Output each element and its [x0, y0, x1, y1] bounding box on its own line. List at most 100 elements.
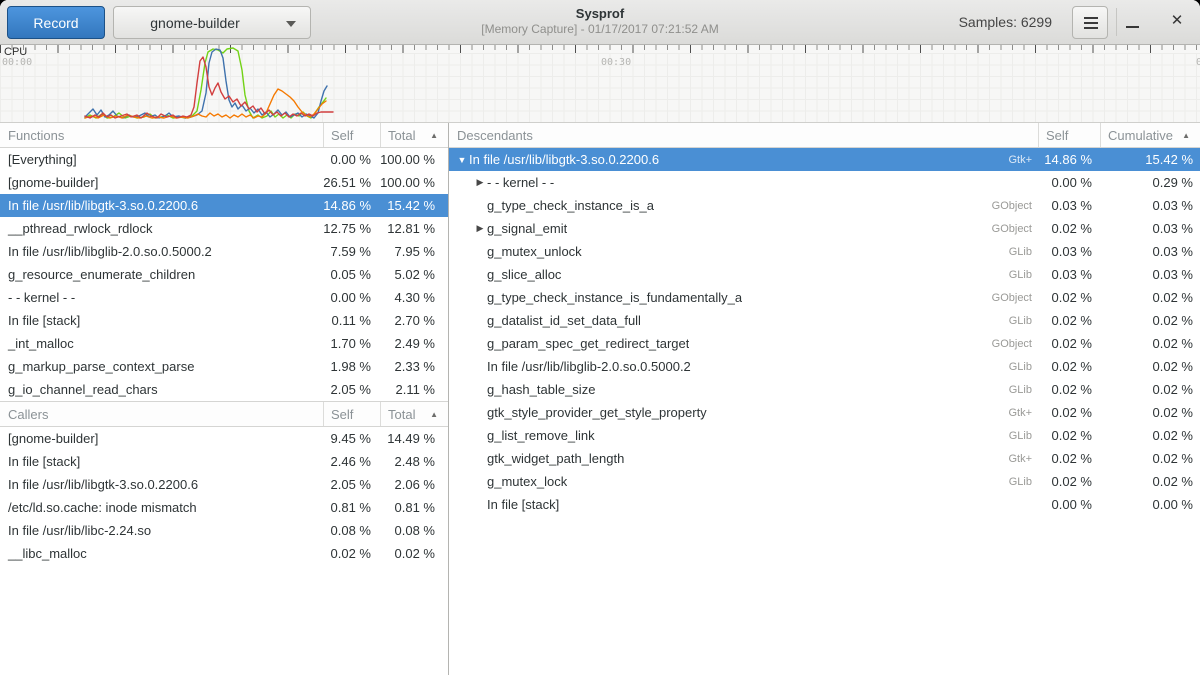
cumulative-percent: 15.42 % [1100, 152, 1200, 167]
function-name: In file /usr/lib/libglib-2.0.so.0.5000.2 [0, 244, 323, 259]
self-column-header[interactable]: Self [1038, 123, 1100, 147]
library-tag: GLib [999, 430, 1038, 442]
left-pane: Functions Self Total ▲ [Everything] 0.00… [0, 123, 449, 675]
descendants-column-header[interactable]: Descendants [449, 123, 1038, 147]
total-percent: 5.02 % [380, 267, 448, 282]
tree-row[interactable]: gtk_widget_path_length Gtk+ 0.02 % 0.02 … [449, 447, 1200, 470]
self-percent: 0.02 % [1038, 221, 1100, 236]
self-percent: 26.51 % [323, 175, 380, 190]
function-name: g_mutex_unlock [487, 244, 582, 259]
sysprof-window: Record gnome-builder Sysprof [Memory Cap… [0, 0, 1200, 675]
tree-row[interactable]: g_type_check_instance_is_fundamentally_a… [449, 286, 1200, 309]
cumulative-percent: 0.00 % [1100, 497, 1200, 512]
cpu-timeline-graph[interactable]: CPU 00:00 00:30 01:00 [0, 45, 1200, 123]
function-name-cell: g_type_check_instance_is_fundamentally_a… [449, 290, 1038, 305]
tree-row[interactable]: g_hash_table_size GLib 0.02 % 0.02 % [449, 378, 1200, 401]
self-percent: 2.05 % [323, 477, 380, 492]
function-name: g_io_channel_read_chars [0, 382, 323, 397]
menu-button[interactable] [1072, 6, 1108, 39]
tree-row[interactable]: ▼ In file /usr/lib/libgtk-3.so.0.2200.6 … [449, 148, 1200, 171]
tree-row[interactable]: g_datalist_id_set_data_full GLib 0.02 % … [449, 309, 1200, 332]
descendants-rows: ▼ In file /usr/lib/libgtk-3.so.0.2200.6 … [449, 148, 1200, 516]
tree-row[interactable]: In file /usr/lib/libglib-2.0.so.0.5000.2… [449, 355, 1200, 378]
self-column-header[interactable]: Self [323, 123, 380, 147]
tree-row[interactable]: g_mutex_lock GLib 0.02 % 0.02 % [449, 470, 1200, 493]
total-column-header[interactable]: Total ▲ [380, 123, 448, 147]
table-row[interactable]: _int_malloc 1.70 % 2.49 % [0, 332, 448, 355]
table-row[interactable]: /etc/ld.so.cache: inode mismatch 0.81 % … [0, 496, 448, 519]
cumulative-percent: 0.02 % [1100, 382, 1200, 397]
cumulative-percent: 0.02 % [1100, 313, 1200, 328]
table-row[interactable]: g_resource_enumerate_children 0.05 % 5.0… [0, 263, 448, 286]
table-row[interactable]: [gnome-builder] 26.51 % 100.00 % [0, 171, 448, 194]
table-row[interactable]: [Everything] 0.00 % 100.00 % [0, 148, 448, 171]
function-name-cell: g_param_spec_get_redirect_target GObject [449, 336, 1038, 351]
function-name: [gnome-builder] [0, 431, 323, 446]
close-button[interactable]: ✕ [1167, 8, 1187, 34]
tree-row[interactable]: g_list_remove_link GLib 0.02 % 0.02 % [449, 424, 1200, 447]
tree-row[interactable]: g_type_check_instance_is_a GObject 0.03 … [449, 194, 1200, 217]
tree-row[interactable]: ▶ g_signal_emit GObject 0.02 % 0.03 % [449, 217, 1200, 240]
tree-row[interactable]: g_slice_alloc GLib 0.03 % 0.03 % [449, 263, 1200, 286]
table-row[interactable]: __libc_malloc 0.02 % 0.02 % [0, 542, 448, 565]
tree-row[interactable]: In file [stack] 0.00 % 0.00 % [449, 493, 1200, 516]
self-percent: 0.00 % [323, 290, 380, 305]
cumulative-percent: 0.02 % [1100, 359, 1200, 374]
total-percent: 2.49 % [380, 336, 448, 351]
functions-rows: [Everything] 0.00 % 100.00 % [gnome-buil… [0, 148, 448, 401]
callers-column-header[interactable]: Callers [0, 402, 323, 426]
self-percent: 0.02 % [1038, 474, 1100, 489]
record-button[interactable]: Record [7, 6, 105, 39]
library-tag: GObject [982, 292, 1038, 304]
tree-row[interactable]: gtk_style_provider_get_style_property Gt… [449, 401, 1200, 424]
expander-icon[interactable]: ▶ [473, 223, 487, 234]
self-percent: 0.02 % [1038, 451, 1100, 466]
cumulative-column-header[interactable]: Cumulative ▲ [1100, 123, 1200, 147]
table-row[interactable]: In file [stack] 0.11 % 2.70 % [0, 309, 448, 332]
table-row[interactable]: g_markup_parse_context_parse 1.98 % 2.33… [0, 355, 448, 378]
table-row[interactable]: In file /usr/lib/libgtk-3.so.0.2200.6 14… [0, 194, 448, 217]
table-row[interactable]: In file /usr/lib/libc-2.24.so 0.08 % 0.0… [0, 519, 448, 542]
time-label-mid: 00:30 [601, 57, 631, 68]
function-name: In file /usr/lib/libc-2.24.so [0, 523, 323, 538]
self-percent: 0.00 % [1038, 175, 1100, 190]
header-separator [1116, 8, 1117, 36]
expander-icon[interactable]: ▼ [455, 155, 469, 165]
tree-row[interactable]: ▶ - - kernel - - 0.00 % 0.29 % [449, 171, 1200, 194]
tree-row[interactable]: g_param_spec_get_redirect_target GObject… [449, 332, 1200, 355]
table-row[interactable]: g_io_channel_read_chars 2.05 % 2.11 % [0, 378, 448, 401]
process-selector-dropdown[interactable]: gnome-builder [113, 6, 311, 39]
self-percent: 0.03 % [1038, 267, 1100, 282]
table-row[interactable]: [gnome-builder] 9.45 % 14.49 % [0, 427, 448, 450]
functions-column-header[interactable]: Functions [0, 123, 323, 147]
function-name-cell: ▶ g_signal_emit GObject [449, 221, 1038, 236]
sort-ascending-icon: ▲ [430, 131, 438, 140]
function-name-cell: gtk_style_provider_get_style_property Gt… [449, 405, 1038, 420]
table-row[interactable]: __pthread_rwlock_rdlock 12.75 % 12.81 % [0, 217, 448, 240]
function-name: g_signal_emit [487, 221, 567, 236]
expander-icon[interactable]: ▶ [473, 177, 487, 188]
function-name: In file /usr/lib/libglib-2.0.so.0.5000.2 [487, 359, 691, 374]
table-row[interactable]: In file [stack] 2.46 % 2.48 % [0, 450, 448, 473]
self-column-header[interactable]: Self [323, 402, 380, 426]
hamburger-icon [1084, 22, 1098, 24]
self-percent: 0.03 % [1038, 244, 1100, 259]
cumulative-percent: 0.02 % [1100, 428, 1200, 443]
self-percent: 0.81 % [323, 500, 380, 515]
total-percent: 2.48 % [380, 454, 448, 469]
cumulative-percent: 0.29 % [1100, 175, 1200, 190]
cumulative-percent: 0.02 % [1100, 336, 1200, 351]
total-percent: 12.81 % [380, 221, 448, 236]
total-percent: 2.33 % [380, 359, 448, 374]
table-row[interactable]: In file /usr/lib/libgtk-3.so.0.2200.6 2.… [0, 473, 448, 496]
function-name: In file /usr/lib/libgtk-3.so.0.2200.6 [0, 477, 323, 492]
table-row[interactable]: In file /usr/lib/libglib-2.0.so.0.5000.2… [0, 240, 448, 263]
tree-row[interactable]: g_mutex_unlock GLib 0.03 % 0.03 % [449, 240, 1200, 263]
function-name-cell: ▶ - - kernel - - [449, 175, 1038, 190]
table-row[interactable]: - - kernel - - 0.00 % 4.30 % [0, 286, 448, 309]
minimize-button[interactable] [1125, 13, 1140, 31]
function-name: g_type_check_instance_is_a [487, 198, 654, 213]
total-column-header[interactable]: Total ▲ [380, 402, 448, 426]
self-percent: 2.05 % [323, 382, 380, 397]
self-percent: 9.45 % [323, 431, 380, 446]
